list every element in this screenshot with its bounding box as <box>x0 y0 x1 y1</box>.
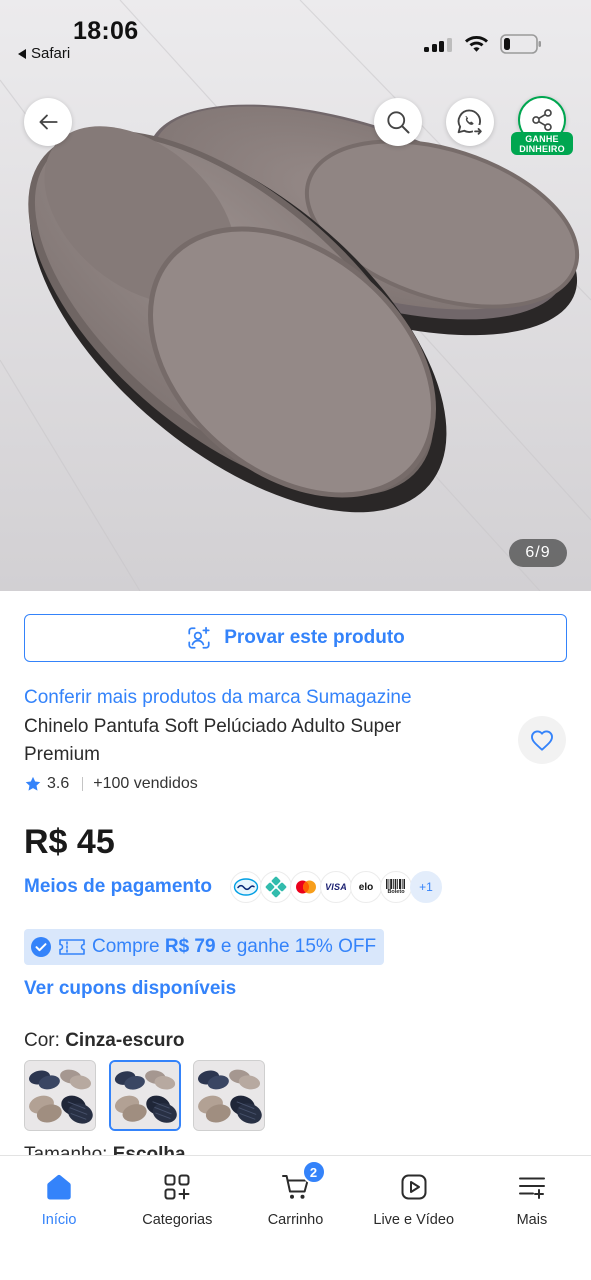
home-icon <box>47 1174 71 1200</box>
color-label: Cor: Cinza-escuro <box>24 1030 185 1051</box>
color-option[interactable] <box>24 1060 96 1131</box>
gallery-counter: 6/9 <box>509 539 567 567</box>
sold-count: +100 vendidos <box>93 775 198 792</box>
share-icon <box>532 109 552 131</box>
product-title: Chinelo Pantufa Soft Pelúciado Adulto Su… <box>24 716 402 765</box>
product-photo[interactable] <box>0 0 591 591</box>
visa-icon: VISA <box>320 871 352 903</box>
view-coupons-link[interactable]: Ver cupons disponíveis <box>24 977 236 1001</box>
cellular-signal-icon <box>424 37 452 52</box>
wifi-icon <box>465 36 488 52</box>
nav-cart-label: Carrinho <box>267 1212 324 1228</box>
elo-icon: elo <box>350 871 382 903</box>
price: R$ 45 <box>24 823 115 861</box>
color-option-image <box>194 1061 264 1130</box>
color-value: Cinza-escuro <box>65 1030 185 1051</box>
star-icon <box>25 776 41 791</box>
color-option-selected[interactable] <box>109 1060 181 1131</box>
nav-categories-label: Categorias <box>142 1212 213 1228</box>
color-option-image <box>111 1062 179 1129</box>
rating-value: 3.6 <box>47 775 70 792</box>
heart-outline-icon <box>531 730 553 751</box>
nav-home-label: Início <box>41 1212 77 1228</box>
rating-separator <box>82 777 84 791</box>
ticket-icon <box>59 939 85 955</box>
payment-icons[interactable]: VISA elo Boleto +1 <box>230 871 442 903</box>
coupon-threshold: R$ 79 <box>164 936 216 957</box>
battery-icon <box>500 34 541 54</box>
whatsapp-share-icon <box>457 109 484 136</box>
back-app-label: Safari <box>31 45 71 62</box>
play-video-icon <box>401 1174 427 1200</box>
nav-cart[interactable]: 2 Carrinho <box>236 1156 354 1280</box>
bottom-navigation: Início Categorias 2 Carrinho Live e Víde… <box>0 1155 591 1280</box>
nav-live-video[interactable]: Live e Vídeo <box>355 1156 473 1280</box>
nav-home[interactable]: Início <box>0 1156 118 1280</box>
share-badge-line2: DINHEIRO <box>519 143 565 154</box>
nav-more-label: Mais <box>516 1212 548 1228</box>
try-on-label: Provar este produto <box>224 627 405 648</box>
cart-badge: 2 <box>301 1160 326 1184</box>
share-earn-badge[interactable]: GANHE DINHEIRO <box>511 132 573 155</box>
person-sparkle-icon <box>188 626 210 649</box>
brand-link[interactable]: Conferir mais produtos da marca Sumagazi… <box>24 686 412 710</box>
nav-more[interactable]: Mais <box>473 1156 591 1280</box>
color-option-image <box>25 1061 95 1130</box>
share-badge-line1: GANHE <box>525 133 559 144</box>
back-to-app[interactable]: Safari <box>18 45 70 63</box>
rating-row[interactable]: 3.6 +100 vendidos <box>24 774 198 794</box>
boleto-icon: Boleto <box>380 871 412 903</box>
payment-methods-link[interactable]: Meios de pagamento <box>24 875 212 899</box>
search-icon <box>387 111 410 134</box>
status-time: 18:06 <box>73 17 139 45</box>
search-button[interactable] <box>374 98 422 146</box>
favorite-button[interactable] <box>518 716 566 764</box>
check-circle-icon <box>31 937 51 957</box>
back-button[interactable] <box>24 98 72 146</box>
categories-grid-icon <box>164 1174 190 1200</box>
pix-icon <box>260 871 292 903</box>
product-gallery[interactable]: 18:06 Safari GANHE DINHEIRO 6/9 <box>0 0 591 591</box>
mercado-pago-icon <box>230 871 262 903</box>
cart-icon-wrap: 2 <box>280 1160 326 1203</box>
coupon-banner[interactable]: Compre R$ 79 e ganhe 15% OFF <box>24 929 385 965</box>
try-on-button[interactable]: Provar este produto <box>24 614 567 662</box>
back-caret-icon <box>18 49 26 59</box>
color-option[interactable] <box>193 1060 265 1131</box>
nav-categories[interactable]: Categorias <box>118 1156 236 1280</box>
arrow-left-icon <box>39 114 58 130</box>
menu-more-icon <box>518 1177 545 1199</box>
coupon-text: Compre R$ 79 e ganhe 15% OFF <box>92 936 377 957</box>
payment-more-badge: +1 <box>410 871 442 903</box>
mastercard-icon <box>290 871 322 903</box>
nav-live-video-label: Live e Vídeo <box>373 1212 455 1228</box>
whatsapp-share-button[interactable] <box>446 98 494 146</box>
